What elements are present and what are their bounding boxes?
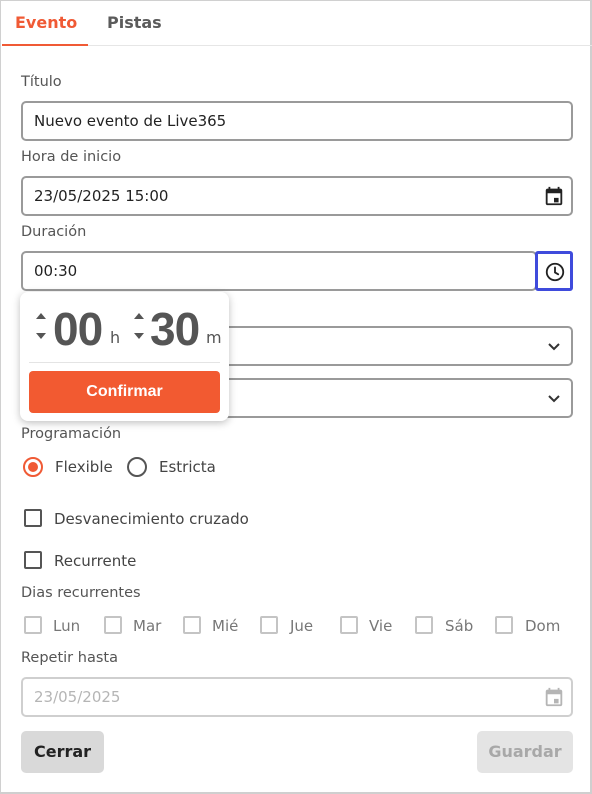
minutes-value[interactable]: 30 [150,302,200,356]
day-label-mie: Mié [212,617,239,635]
tab-pistas[interactable]: Pistas [94,1,175,46]
duration-picker-button[interactable] [535,251,573,291]
cerrar-button[interactable]: Cerrar [21,731,104,773]
duracion-value: 00:30 [34,262,78,280]
minutes-unit: m [206,328,222,347]
clock-icon [545,262,565,282]
programacion-label: Programación [21,426,122,442]
radio-estricta[interactable] [127,457,147,477]
day-checkbox-mar[interactable] [104,616,122,634]
repetir-label: Repetir hasta [21,650,118,666]
day-checkbox-lun[interactable] [24,616,42,634]
recurrente-checkbox[interactable] [24,551,42,569]
radio-flexible-label: Flexible [55,458,113,476]
event-editor-panel: Evento Pistas Título Nuevo evento de Liv… [0,0,592,794]
radio-estricta-label: Estricta [159,458,216,476]
titulo-field[interactable]: Nuevo evento de Live365 [21,101,573,141]
day-checkbox-dom[interactable] [495,616,513,634]
confirmar-button[interactable]: Confirmar [29,371,220,413]
dias-label: Dias recurrentes [21,585,141,601]
crossfade-label: Desvanecimiento cruzado [54,510,249,528]
chevron-down-icon [548,395,560,403]
hours-increment-arrow[interactable] [36,313,46,319]
guardar-button[interactable]: Guardar [477,731,573,773]
day-label-jue: Jue [290,617,314,635]
recurrente-label: Recurrente [54,552,137,570]
day-checkbox-mie[interactable] [183,616,201,634]
popup-divider [29,362,220,363]
minutes-increment-arrow[interactable] [134,313,144,319]
day-label-sab: Sáb [445,617,474,635]
repetir-field[interactable]: 23/05/2025 [21,677,573,717]
calendar-icon [543,686,565,708]
hora-label: Hora de inicio [21,149,122,165]
day-label-mar: Mar [133,617,162,635]
duracion-field[interactable]: 00:30 [21,251,537,291]
tab-bar: Evento Pistas [2,1,592,46]
day-label-dom: Dom [525,617,561,635]
day-checkbox-jue[interactable] [260,616,278,634]
day-checkbox-sab[interactable] [415,616,433,634]
calendar-icon[interactable] [543,185,565,207]
hours-value[interactable]: 00 [53,302,103,356]
duracion-label: Duración [21,224,87,240]
crossfade-checkbox[interactable] [24,509,42,527]
day-label-lun: Lun [53,617,81,635]
chevron-down-icon [548,343,560,351]
day-checkbox-vie[interactable] [340,616,358,634]
duration-picker-popup: 00 h 30 m Confirmar [20,292,229,421]
hora-value: 23/05/2025 15:00 [34,187,169,205]
titulo-value: Nuevo evento de Live365 [34,112,227,130]
radio-flexible[interactable] [23,457,43,477]
tab-evento[interactable]: Evento [2,1,88,46]
repetir-value: 23/05/2025 [34,688,121,706]
hora-field[interactable]: 23/05/2025 15:00 [21,176,573,216]
titulo-label: Título [21,74,62,90]
minutes-decrement-arrow[interactable] [134,333,144,339]
day-label-vie: Vie [369,617,393,635]
hours-decrement-arrow[interactable] [36,333,46,339]
hours-unit: h [110,328,121,347]
